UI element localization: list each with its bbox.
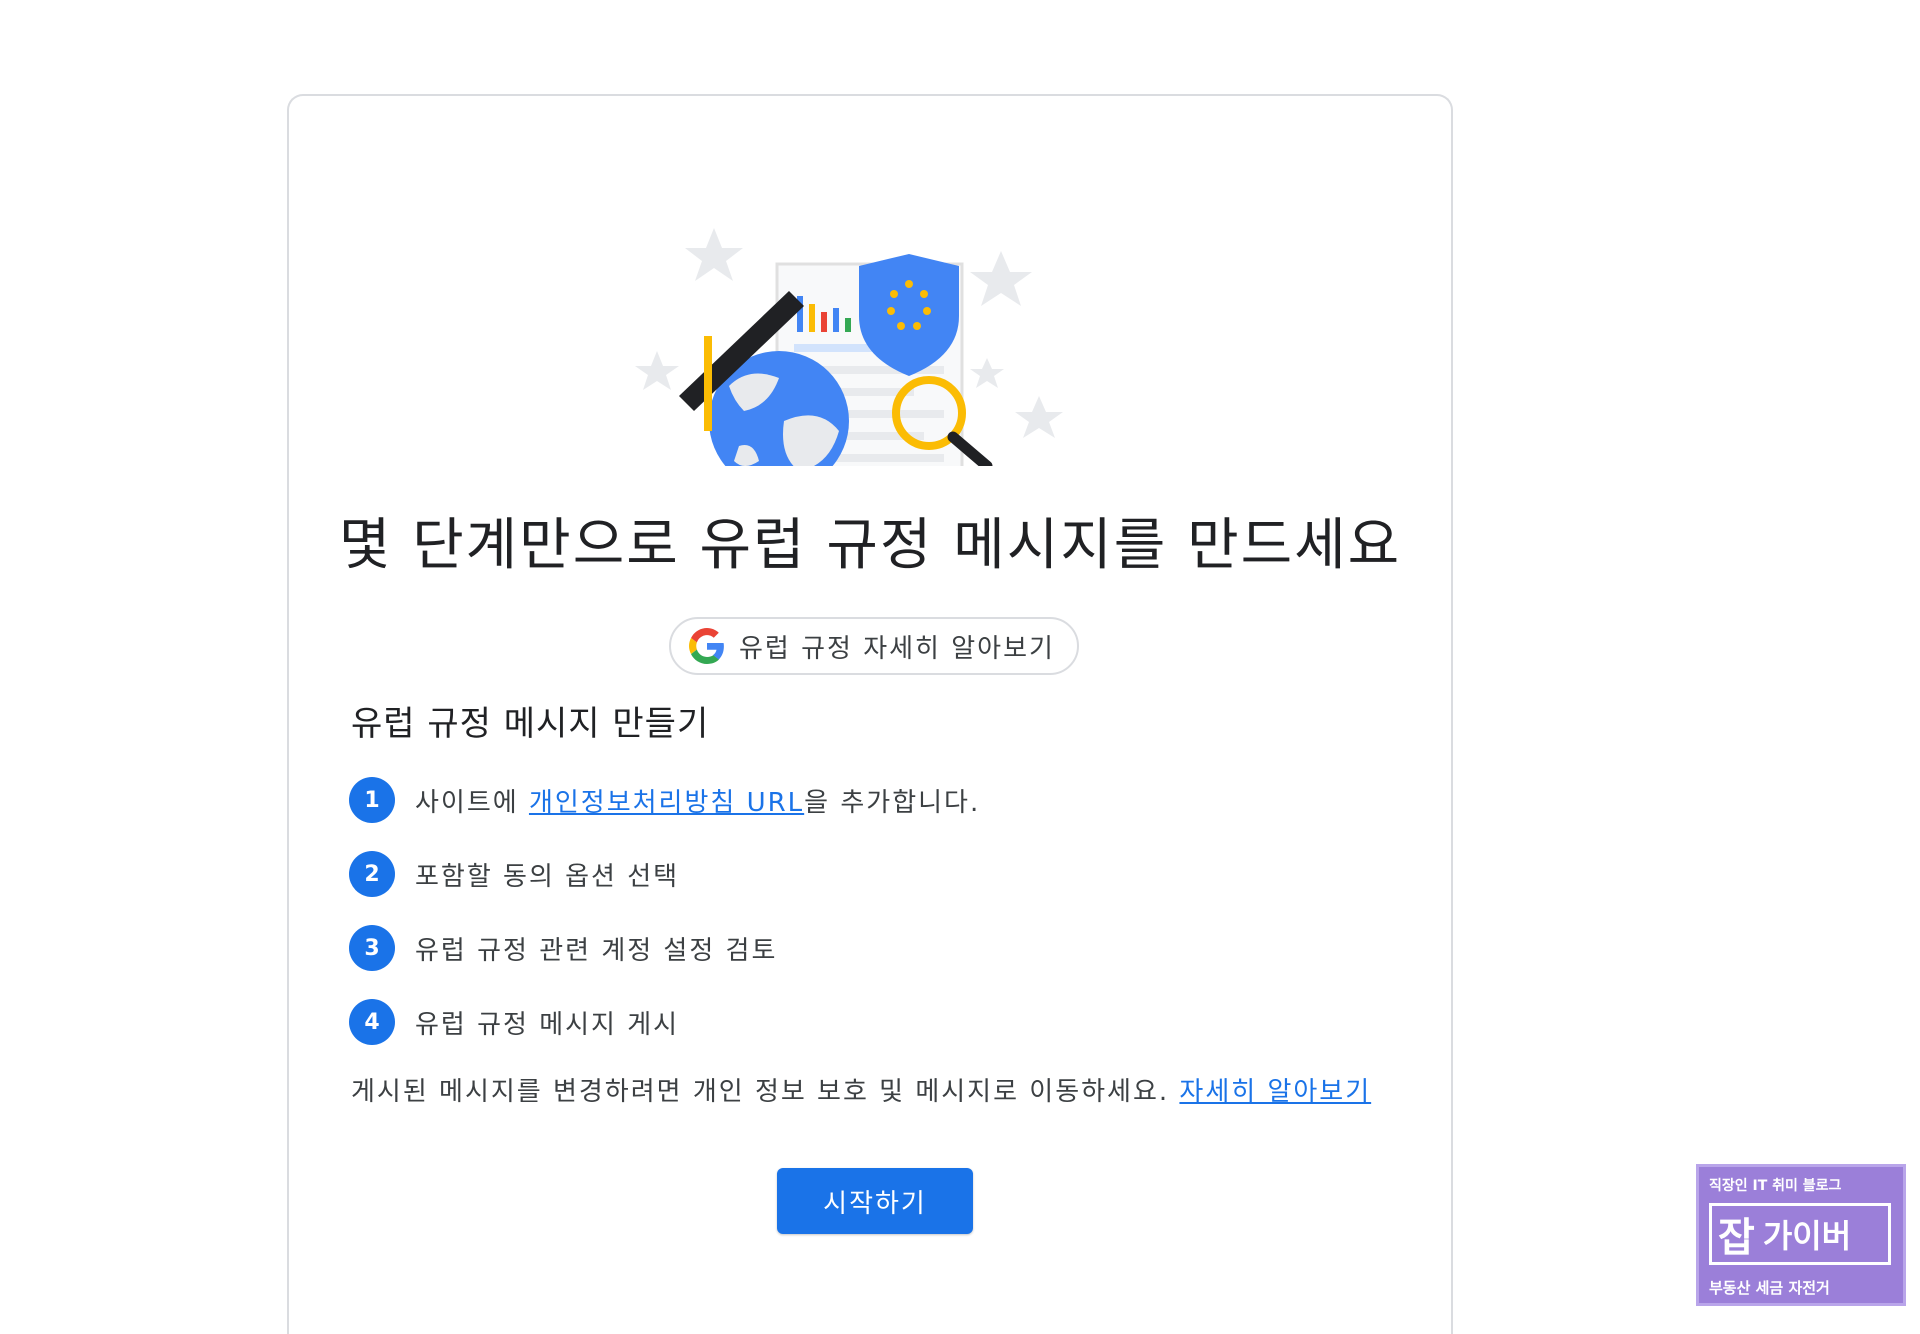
step-item: 3 유럽 규정 관련 계정 설정 검토: [349, 924, 980, 972]
step-text: 유럽 규정 관련 계정 설정 검토: [415, 935, 778, 966]
page-title: 몇 단계만으로 유럽 규정 메시지를 만드세요: [338, 513, 1402, 578]
watermark-bottom-text: 부동산 세금 자전거: [1709, 1279, 1830, 1297]
section-title: 유럽 규정 메시지 만들기: [351, 704, 710, 744]
watermark-name: 가이버: [1762, 1217, 1852, 1255]
star-icon: [970, 358, 1004, 388]
step-number-badge: 4: [349, 999, 395, 1045]
step-item: 2 포함할 동의 옵션 선택: [349, 850, 980, 898]
watermark-top-text: 직장인 IT 취미 블로그: [1709, 1178, 1842, 1194]
step-item: 4 유럽 규정 메시지 게시: [349, 998, 980, 1046]
step-number-badge: 2: [349, 851, 395, 897]
star-icon: [685, 228, 743, 281]
chart-bar: [833, 308, 839, 332]
learn-more-link[interactable]: 자세히 알아보기: [1179, 1077, 1371, 1107]
step-text-before: 사이트에: [415, 787, 529, 818]
chart-bar: [821, 312, 827, 332]
learn-gdpr-button[interactable]: 유럽 규정 자세히 알아보기: [669, 617, 1079, 675]
step-text: 유럽 규정 메시지 게시: [415, 1009, 680, 1040]
step-text: 사이트에 개인정보처리방침 URL을 추가합니다.: [415, 782, 980, 819]
step-number-badge: 1: [349, 777, 395, 823]
blog-watermark-logo: 직장인 IT 취미 블로그 잡 가이버 부동산 세금 자전거: [1696, 1164, 1906, 1306]
step-text-after: 을 추가합니다.: [804, 787, 981, 818]
step-item: 1 사이트에 개인정보처리방침 URL을 추가합니다.: [349, 776, 980, 824]
privacy-note: 게시된 메시지를 변경하려면 개인 정보 보호 및 메시지로 이동하세요. 자세…: [351, 1071, 1371, 1108]
privacy-note-text: 게시된 메시지를 변경하려면 개인 정보 보호 및 메시지로 이동하세요.: [351, 1077, 1180, 1107]
star-icon: [1015, 396, 1063, 438]
star-icon: [635, 351, 679, 390]
google-g-icon: [689, 628, 725, 664]
step-text: 포함할 동의 옵션 선택: [415, 861, 680, 892]
watermark-big-char: 잡: [1718, 1215, 1755, 1261]
start-button[interactable]: 시작하기: [777, 1168, 973, 1234]
privacy-policy-url-link[interactable]: 개인정보처리방침 URL: [529, 788, 804, 818]
steps-list: 1 사이트에 개인정보처리방침 URL을 추가합니다. 2 포함할 동의 옵션 …: [349, 776, 980, 1072]
chart-bar: [845, 318, 851, 332]
learn-gdpr-label: 유럽 규정 자세히 알아보기: [739, 633, 1055, 664]
watermark-box: 잡 가이버: [1709, 1203, 1891, 1265]
hero-illustration: [619, 166, 1119, 466]
step-number-badge: 3: [349, 925, 395, 971]
page: 몇 단계만으로 유럽 규정 메시지를 만드세요 유럽 규정 자세히 알아보기 유…: [0, 0, 1920, 1334]
gdpr-illustration: [635, 228, 1063, 466]
star-icon: [970, 251, 1032, 306]
gdpr-card: 몇 단계만으로 유럽 규정 메시지를 만드세요 유럽 규정 자세히 알아보기 유…: [287, 94, 1453, 1334]
chart-bar: [809, 304, 815, 332]
